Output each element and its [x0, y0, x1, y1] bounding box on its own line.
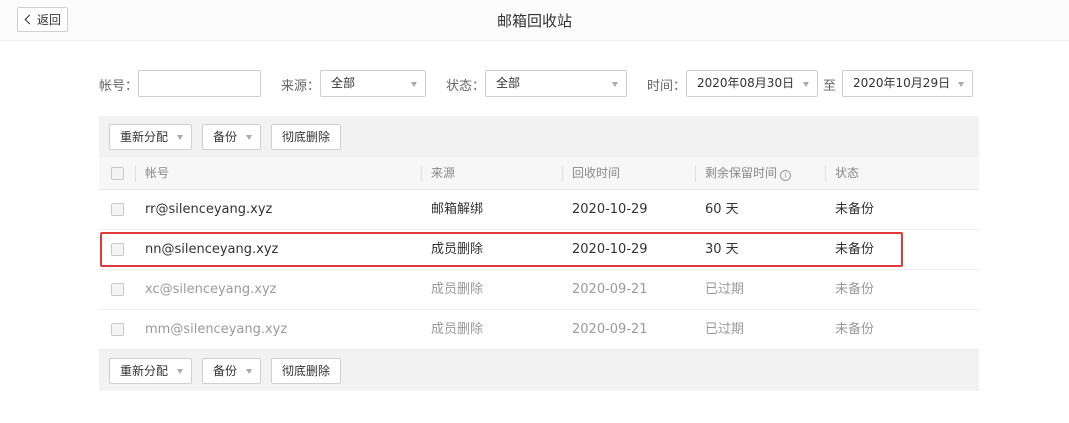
date-to-value: 2020年10月29日	[853, 76, 951, 90]
info-icon[interactable]: i	[780, 170, 792, 181]
reassign-button-label: 重新分配	[120, 130, 169, 144]
table-row[interactable]: nn@silenceyang.xyz 成员删除 2020-10-29 30 天 …	[99, 230, 979, 270]
reassign-button-label: 重新分配	[120, 364, 169, 378]
date-to-select[interactable]: 2020年10月29日	[842, 70, 973, 97]
page-title: 邮箱回收站	[496, 12, 572, 30]
column-divider	[421, 165, 422, 182]
row-recycle-time: 2020-09-21	[572, 322, 648, 337]
date-from-select[interactable]: 2020年08月30日	[686, 70, 818, 97]
column-divider	[695, 165, 696, 182]
source-filter-value: 全部	[331, 76, 356, 90]
caret-down-icon	[246, 369, 252, 374]
row-checkbox[interactable]	[111, 203, 124, 216]
column-header-status[interactable]: 状态	[835, 157, 859, 190]
column-header-recycle-time[interactable]: 回收时间	[572, 157, 620, 190]
caret-down-icon	[958, 82, 964, 87]
reassign-button[interactable]: 重新分配	[109, 358, 192, 384]
date-from-value: 2020年08月30日	[697, 76, 795, 90]
source-filter-select[interactable]: 全部	[320, 70, 426, 97]
page-header: 返回 邮箱回收站	[0, 0, 1069, 41]
row-account: nn@silenceyang.xyz	[145, 242, 279, 257]
table-row[interactable]: mm@silenceyang.xyz 成员删除 2020-09-21 已过期 未…	[99, 310, 979, 350]
caret-down-icon	[612, 82, 618, 87]
backup-button-label: 备份	[213, 130, 238, 144]
caret-down-icon	[246, 135, 252, 140]
permanent-delete-button-label: 彻底删除	[282, 364, 331, 378]
backup-button[interactable]: 备份	[202, 358, 261, 384]
table-header: 帐号 来源 回收时间 剩余保留时间 i 状态	[99, 157, 979, 190]
row-recycle-time: 2020-10-29	[572, 242, 648, 257]
account-filter-label: 帐号：	[99, 79, 139, 94]
row-account: xc@silenceyang.xyz	[145, 282, 277, 297]
column-header-source[interactable]: 来源	[431, 157, 455, 190]
date-range-separator: 至	[823, 79, 837, 94]
row-source: 成员删除	[431, 282, 484, 297]
bottom-toolbar: 重新分配 备份 彻底删除	[99, 350, 979, 391]
time-filter-label: 时间：	[647, 79, 687, 94]
row-remaining: 已过期	[705, 322, 745, 337]
select-all-checkbox[interactable]	[111, 167, 124, 180]
top-toolbar: 重新分配 备份 彻底删除	[99, 116, 979, 157]
row-source: 邮箱解绑	[431, 202, 484, 217]
status-filter-value: 全部	[496, 76, 521, 90]
row-status: 未备份	[835, 242, 875, 257]
backup-button-label: 备份	[213, 364, 238, 378]
table-row[interactable]: rr@silenceyang.xyz 邮箱解绑 2020-10-29 60 天 …	[99, 190, 979, 230]
column-header-remaining-label: 剩余保留时间	[705, 166, 778, 180]
column-divider	[562, 165, 563, 182]
row-remaining: 60 天	[705, 202, 739, 217]
filter-bar: 帐号： 来源： 全部 状态： 全部 时间： 2020年08月30日 至 2020…	[0, 70, 1069, 97]
row-account: rr@silenceyang.xyz	[145, 202, 273, 217]
row-status: 未备份	[835, 282, 875, 297]
row-checkbox[interactable]	[111, 323, 124, 336]
account-filter-input[interactable]	[138, 70, 261, 97]
row-status: 未备份	[835, 202, 875, 217]
column-divider	[135, 165, 136, 182]
table-row[interactable]: xc@silenceyang.xyz 成员删除 2020-09-21 已过期 未…	[99, 270, 979, 310]
row-remaining: 30 天	[705, 242, 739, 257]
status-filter-select[interactable]: 全部	[485, 70, 627, 97]
row-account: mm@silenceyang.xyz	[145, 322, 288, 337]
row-recycle-time: 2020-09-21	[572, 282, 648, 297]
column-header-remaining[interactable]: 剩余保留时间 i	[705, 157, 792, 190]
row-checkbox[interactable]	[111, 283, 124, 296]
column-header-account[interactable]: 帐号	[145, 157, 169, 190]
reassign-button[interactable]: 重新分配	[109, 124, 192, 150]
caret-down-icon	[411, 82, 417, 87]
row-status: 未备份	[835, 322, 875, 337]
caret-down-icon	[177, 135, 183, 140]
permanent-delete-button[interactable]: 彻底删除	[271, 358, 341, 384]
source-filter-label: 来源：	[281, 79, 321, 94]
row-source: 成员删除	[431, 242, 484, 257]
backup-button[interactable]: 备份	[202, 124, 261, 150]
caret-down-icon	[177, 369, 183, 374]
row-checkbox[interactable]	[111, 243, 124, 256]
permanent-delete-button-label: 彻底删除	[282, 130, 331, 144]
column-divider	[825, 165, 826, 182]
status-filter-label: 状态：	[446, 79, 486, 94]
row-recycle-time: 2020-10-29	[572, 202, 648, 217]
caret-down-icon	[803, 82, 809, 87]
row-remaining: 已过期	[705, 282, 745, 297]
row-source: 成员删除	[431, 322, 484, 337]
permanent-delete-button[interactable]: 彻底删除	[271, 124, 341, 150]
